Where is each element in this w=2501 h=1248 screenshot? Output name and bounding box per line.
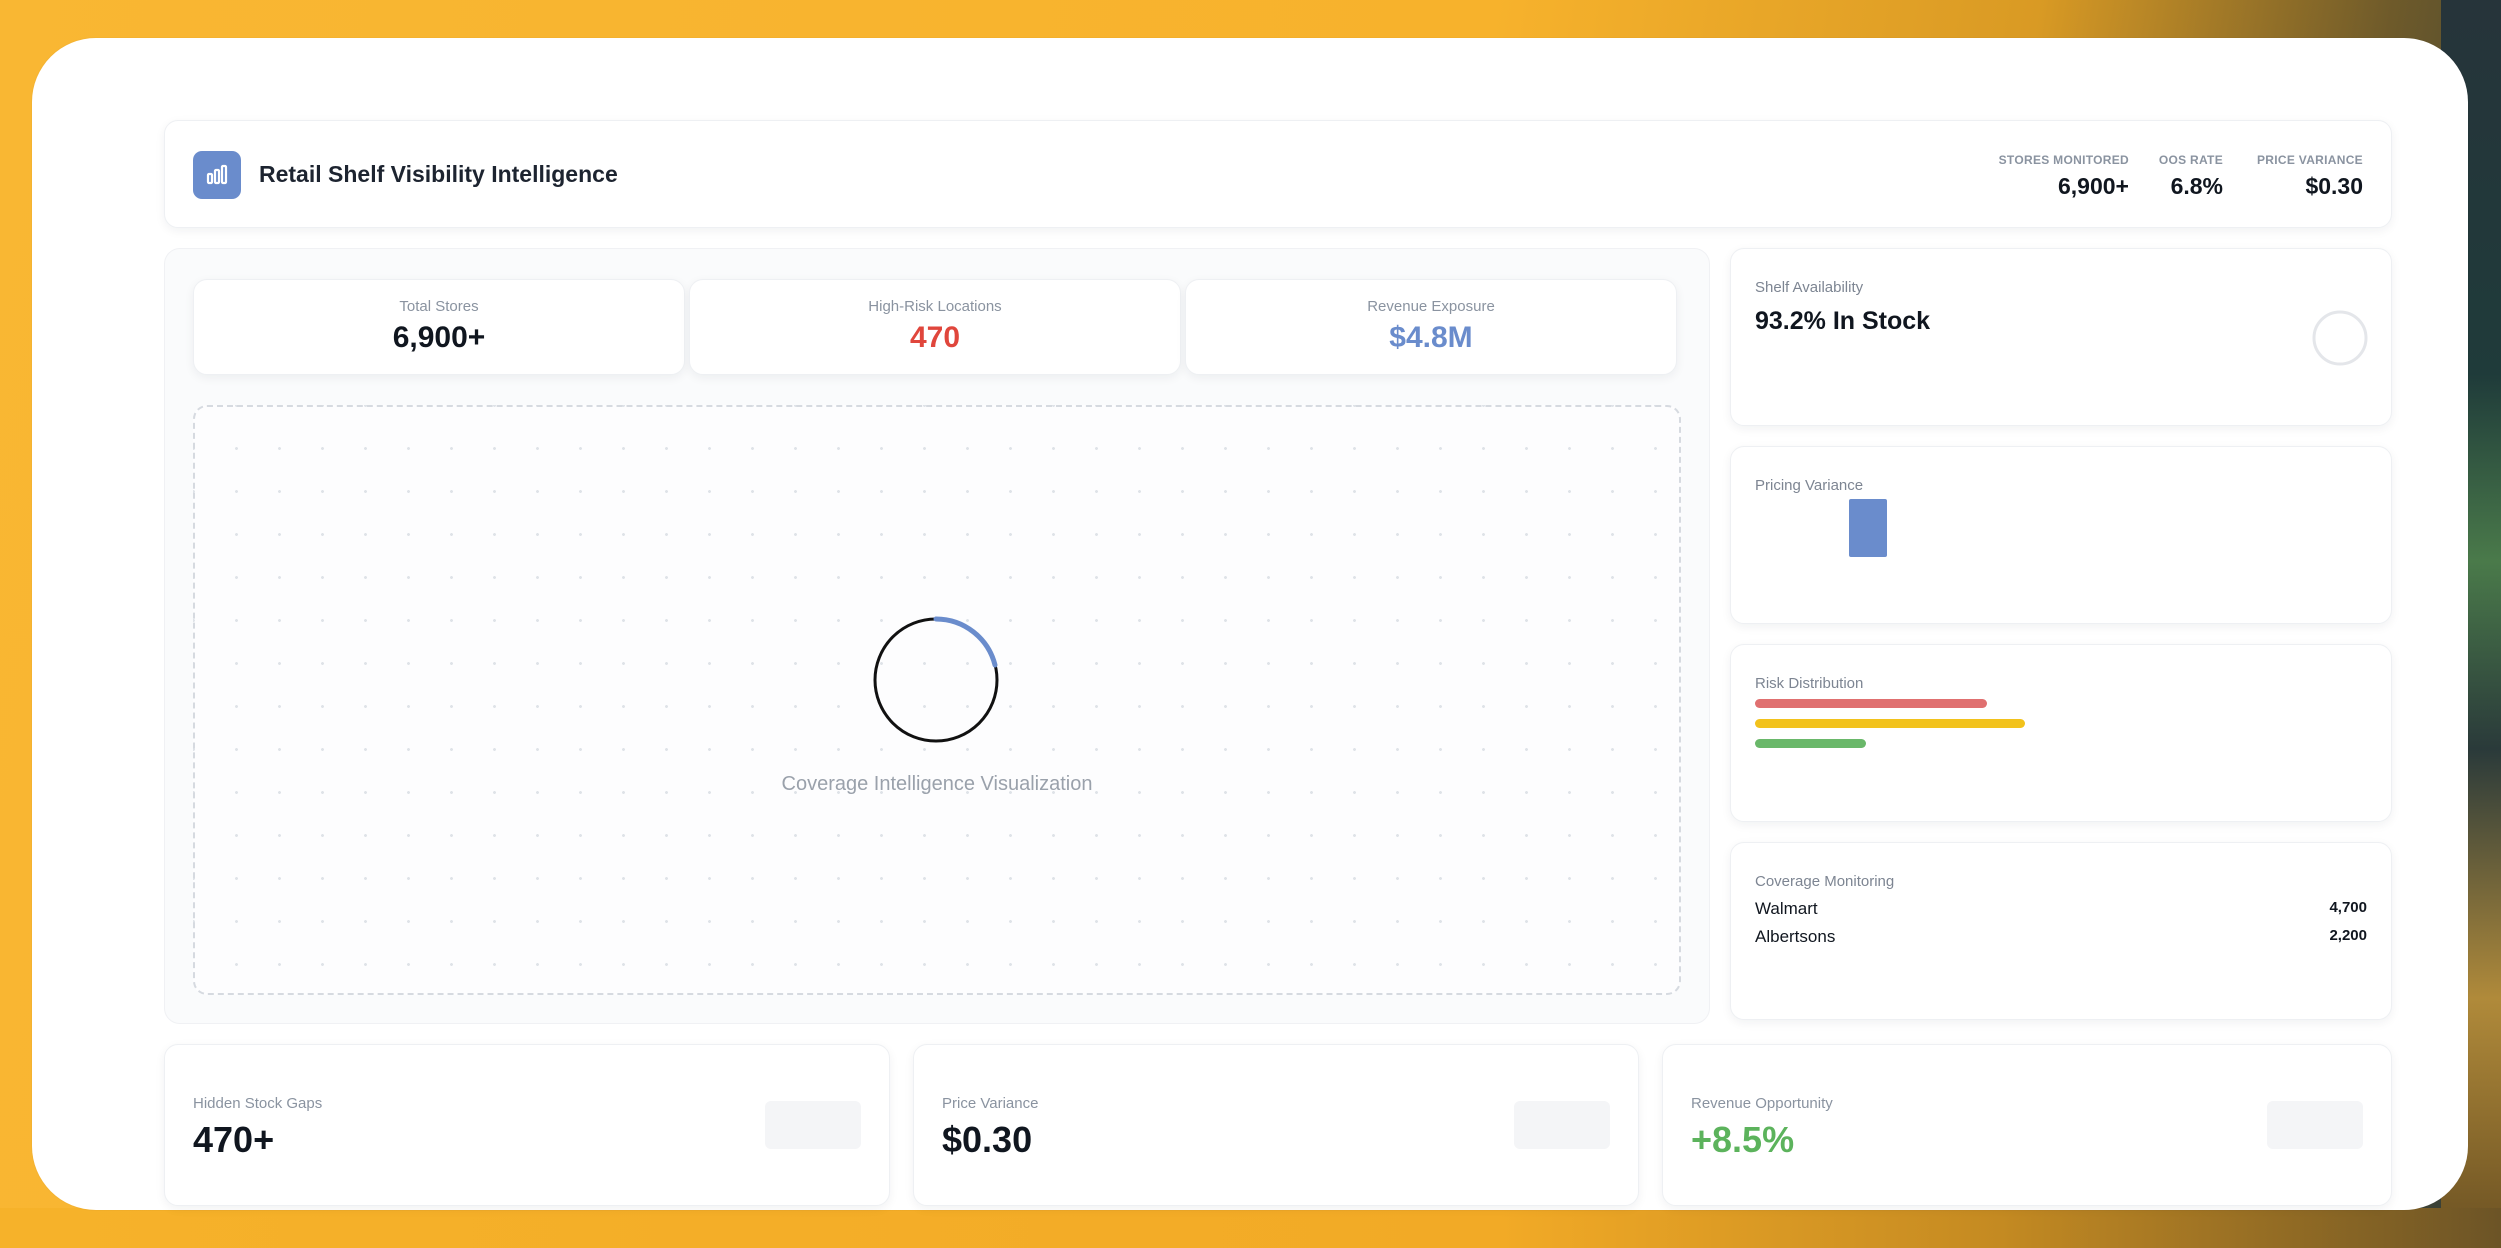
app-title: Retail Shelf Visibility Intelligence xyxy=(259,161,618,187)
kpi-revenue-exposure: Revenue Exposure $4.8M xyxy=(1185,279,1677,375)
sparkline-placeholder xyxy=(2267,1101,2363,1149)
coverage-row: Walmart 4,700 xyxy=(1755,899,2367,919)
kpi-value: 6,900+ xyxy=(392,321,486,354)
pricing-variance-card: Pricing Variance xyxy=(1730,446,2392,624)
sparkline-placeholder xyxy=(765,1101,861,1149)
card-label: Risk Distribution xyxy=(1755,675,1864,692)
header-stat-label: OOS RATE xyxy=(2158,153,2223,167)
kpi-value: 470 xyxy=(909,321,961,354)
coverage-visualization: Coverage Intelligence Visualization xyxy=(193,405,1681,995)
kpi-label: Revenue Exposure xyxy=(1367,298,1495,315)
risk-bar-high xyxy=(1755,699,1987,708)
retailer-name: Albertsons xyxy=(1755,927,1836,946)
retailer-count: 4,700 xyxy=(2329,899,2367,916)
header-stat-stores-monitored: STORES MONITORED 6,900+ xyxy=(1999,153,2129,200)
shelf-availability-card: Shelf Availability 93.2% In Stock xyxy=(1730,248,2392,426)
header-stat-label: STORES MONITORED xyxy=(1998,153,2129,167)
card-label: Hidden Stock Gaps xyxy=(193,1095,323,1112)
visualization-label: Coverage Intelligence Visualization xyxy=(781,773,1093,795)
kpi-label: High-Risk Locations xyxy=(868,298,1002,315)
risk-bar-medium xyxy=(1755,719,2025,728)
card-value: +8.5% xyxy=(1691,1119,1795,1160)
hidden-stock-gaps-card: Hidden Stock Gaps 470+ xyxy=(164,1044,890,1206)
pricing-variance-bar xyxy=(1849,499,1887,557)
kpi-total-stores: Total Stores 6,900+ xyxy=(193,279,685,375)
background-bottom xyxy=(0,1208,2501,1248)
header-stat-value: $0.30 xyxy=(2305,173,2363,199)
kpi-label: Total Stores xyxy=(399,298,479,315)
circle-ring-icon xyxy=(2312,310,2368,366)
header-stat-value: 6,900+ xyxy=(2058,173,2129,199)
loading-ring-icon xyxy=(873,616,999,743)
dashboard-frame: Retail Shelf Visibility Intelligence STO… xyxy=(32,38,2468,1210)
bar-chart-icon xyxy=(193,151,241,199)
retailer-count: 2,200 xyxy=(2329,927,2367,944)
card-label: Pricing Variance xyxy=(1755,477,1864,494)
coverage-monitoring-card: Coverage Monitoring Walmart 4,700 Albert… xyxy=(1730,842,2392,1020)
sparkline-placeholder xyxy=(1514,1101,1610,1149)
risk-bar-low xyxy=(1755,739,1866,748)
header-stat-oos-rate: OOS RATE 6.8% xyxy=(2159,153,2223,200)
kpi-high-risk-locations: High-Risk Locations 470 xyxy=(689,279,1181,375)
app-header: Retail Shelf Visibility Intelligence STO… xyxy=(164,120,2392,228)
card-label: Revenue Opportunity xyxy=(1691,1095,1833,1112)
card-value: 470+ xyxy=(193,1119,275,1160)
main-panel: Total Stores 6,900+ High-Risk Locations … xyxy=(164,248,1710,1024)
kpi-value: $4.8M xyxy=(1389,321,1473,354)
coverage-row: Albertsons 2,200 xyxy=(1755,927,2367,947)
retailer-name: Walmart xyxy=(1755,899,1818,918)
revenue-opportunity-card: Revenue Opportunity +8.5% xyxy=(1662,1044,2392,1206)
card-label: Price Variance xyxy=(942,1095,1039,1112)
header-stat-label: PRICE VARIANCE xyxy=(2257,153,2363,167)
price-variance-card: Price Variance $0.30 xyxy=(913,1044,1639,1206)
card-value: $0.30 xyxy=(942,1119,1033,1160)
shelf-availability-value: 93.2% In Stock xyxy=(1755,307,1931,335)
card-label: Shelf Availability xyxy=(1755,279,1864,296)
header-stat-price-variance: PRICE VARIANCE $0.30 xyxy=(2257,153,2363,200)
risk-distribution-card: Risk Distribution xyxy=(1730,644,2392,822)
card-label: Coverage Monitoring xyxy=(1755,873,1895,890)
header-stat-value: 6.8% xyxy=(2170,173,2223,199)
